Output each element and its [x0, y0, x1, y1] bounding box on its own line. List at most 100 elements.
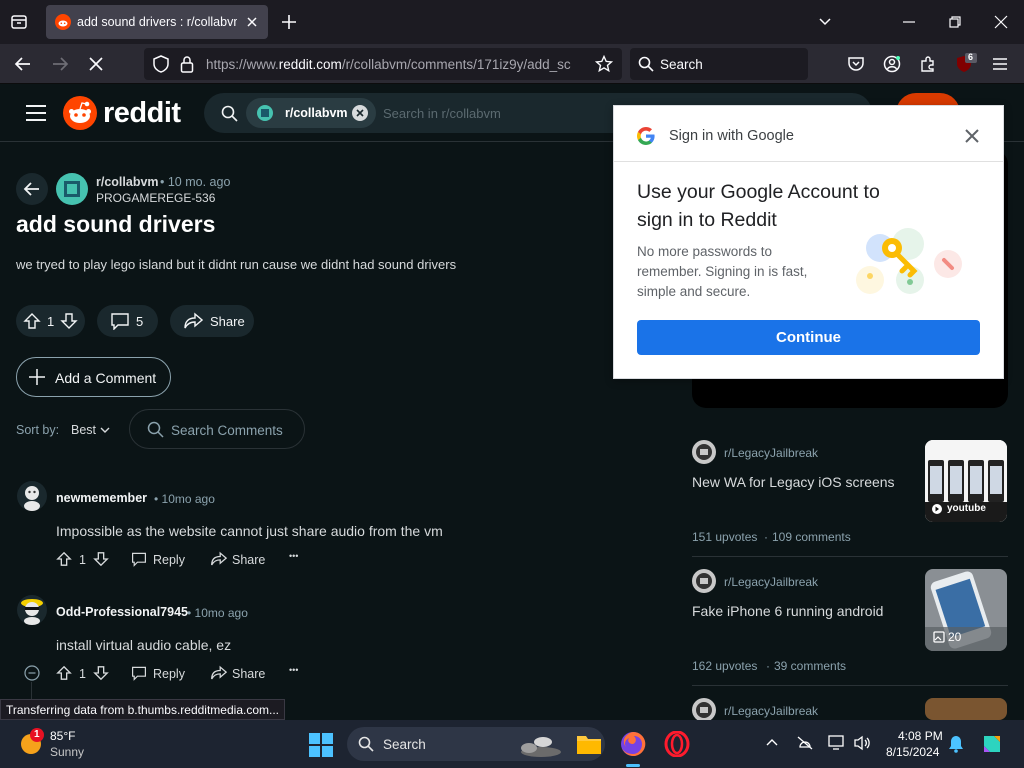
downvote-icon[interactable]	[60, 312, 78, 330]
forward-arrow-icon[interactable]	[51, 56, 69, 72]
restore-icon[interactable]	[948, 15, 962, 29]
feed-thumbnail[interactable]: youtube	[925, 440, 1007, 522]
windows-start-icon[interactable]	[309, 733, 333, 757]
weather-badge: 1	[30, 728, 44, 742]
feed-thumbnail[interactable]: 20	[925, 569, 1007, 651]
feed-subreddit[interactable]: r/LegacyJailbreak	[724, 575, 818, 589]
taskbar-search[interactable]: Search	[347, 727, 605, 761]
ublock-extension-icon[interactable]: 6	[955, 52, 977, 75]
post-author[interactable]: PROGAMEREGE-536	[96, 191, 215, 205]
google-g-logo-icon	[637, 127, 655, 145]
network-offline-icon[interactable]	[796, 735, 814, 751]
upvote-icon[interactable]	[56, 551, 72, 567]
google-popup-header-text: Sign in with Google	[669, 128, 794, 144]
tray-chevron-up-icon[interactable]	[766, 737, 778, 749]
post-subreddit-link[interactable]: r/collabvm	[96, 175, 159, 189]
copilot-icon[interactable]	[980, 732, 1004, 756]
tracking-protection-shield-icon[interactable]	[152, 55, 170, 73]
comments-button[interactable]: 5	[97, 305, 158, 337]
add-comment-button[interactable]: Add a Comment	[16, 357, 171, 397]
chip-clear-icon[interactable]	[352, 105, 368, 121]
thumbnail-count: 20	[948, 630, 962, 644]
gallery-icon	[933, 631, 945, 643]
feed-meta-dot: ·	[766, 659, 770, 673]
url-domain: reddit.com	[278, 57, 342, 72]
google-popup-close-icon[interactable]	[964, 128, 980, 144]
google-continue-button[interactable]: Continue	[637, 320, 980, 355]
comment-reply-button[interactable]: Reply	[131, 549, 191, 569]
upvote-icon[interactable]	[23, 312, 41, 330]
sidebar-feed-item[interactable]: r/LegacyJailbreak	[692, 698, 1008, 720]
padlock-icon[interactable]	[180, 55, 194, 73]
account-icon[interactable]	[883, 55, 901, 73]
reddit-menu-icon[interactable]	[25, 103, 47, 123]
display-icon[interactable]	[828, 735, 846, 751]
back-button[interactable]	[16, 173, 48, 205]
search-highlight-icon	[515, 730, 563, 758]
comment-author[interactable]: Odd-Professional7945	[56, 605, 188, 619]
comment-more-button[interactable]: •••	[289, 551, 298, 561]
comment-share-button[interactable]: Share	[210, 663, 270, 683]
vote-pill: 1	[16, 305, 85, 337]
reddit-logo-icon[interactable]	[63, 96, 97, 130]
chevron-down-icon	[100, 425, 110, 435]
tab-list-icon[interactable]	[10, 13, 28, 31]
tab-close-icon[interactable]	[245, 15, 259, 29]
sidebar-feed-item[interactable]: r/LegacyJailbreak Fake iPhone 6 running …	[692, 569, 1008, 673]
search-comments-input[interactable]: Search Comments	[129, 409, 305, 449]
comment-reply-button[interactable]: Reply	[131, 663, 191, 683]
clock-date[interactable]: 8/15/2024	[886, 745, 939, 759]
sort-by-label: Sort by:	[16, 423, 60, 437]
comment-share-button[interactable]: Share	[210, 549, 270, 569]
weather-desc[interactable]: Sunny	[50, 745, 84, 759]
back-arrow-icon[interactable]	[14, 56, 32, 72]
post-share-label: Share	[210, 314, 245, 329]
post-comment-count: 5	[136, 314, 144, 329]
hamburger-menu-icon[interactable]	[992, 56, 1008, 72]
reply-label: Reply	[153, 667, 185, 681]
notification-bell-icon[interactable]	[948, 735, 964, 753]
stop-loading-icon[interactable]	[88, 56, 104, 72]
volume-icon[interactable]	[853, 735, 871, 751]
subreddit-avatar[interactable]	[56, 173, 88, 205]
window-close-icon[interactable]	[994, 15, 1008, 29]
weather-temp[interactable]: 85°F	[50, 729, 75, 743]
pocket-icon[interactable]	[847, 55, 865, 73]
downvote-icon[interactable]	[93, 665, 109, 681]
sort-dropdown[interactable]: Best	[71, 420, 113, 440]
search-comments-placeholder: Search Comments	[171, 423, 283, 438]
feed-thumbnail[interactable]	[925, 698, 1007, 720]
comment-avatar[interactable]	[16, 480, 48, 512]
comment-avatar[interactable]	[16, 594, 48, 626]
feed-subreddit[interactable]: r/LegacyJailbreak	[724, 704, 818, 718]
browser-search-box[interactable]: Search	[630, 48, 808, 80]
url-bar[interactable]: https://www.reddit.com/r/collabvm/commen…	[144, 48, 622, 80]
reddit-wordmark[interactable]: reddit	[103, 97, 181, 130]
minimize-icon[interactable]	[902, 15, 916, 29]
feed-subreddit[interactable]: r/LegacyJailbreak	[724, 446, 818, 460]
url-prefix: https://www.	[206, 57, 279, 72]
browser-tab[interactable]: add sound drivers : r/collabvm	[46, 5, 268, 39]
post-age: • 10 mo. ago	[160, 175, 231, 189]
collapse-thread-icon[interactable]	[24, 665, 40, 681]
post-share-button[interactable]: Share	[170, 305, 254, 337]
firefox-icon[interactable]	[620, 731, 646, 757]
feed-title[interactable]: Fake iPhone 6 running android	[692, 603, 912, 619]
clock-time[interactable]: 4:08 PM	[898, 729, 943, 743]
file-explorer-icon[interactable]	[576, 732, 602, 756]
add-comment-label: Add a Comment	[55, 370, 157, 386]
downvote-icon[interactable]	[93, 551, 109, 567]
subreddit-search-chip[interactable]: r/collabvm	[246, 98, 376, 128]
feed-comments: 39 comments	[774, 659, 847, 673]
upvote-icon[interactable]	[56, 665, 72, 681]
opera-icon[interactable]	[664, 731, 690, 757]
extensions-puzzle-icon[interactable]	[919, 55, 937, 73]
extension-badge: 6	[968, 52, 974, 62]
tab-overflow-chevron-icon[interactable]	[818, 15, 832, 29]
comment-author[interactable]: newmemember	[56, 491, 147, 505]
comment-more-button[interactable]: •••	[289, 665, 298, 675]
bookmark-star-icon[interactable]	[595, 55, 613, 73]
sidebar-feed-item[interactable]: r/LegacyJailbreak New WA for Legacy iOS …	[692, 440, 1008, 544]
new-tab-icon[interactable]	[281, 14, 297, 30]
feed-title[interactable]: New WA for Legacy iOS screens	[692, 474, 912, 490]
